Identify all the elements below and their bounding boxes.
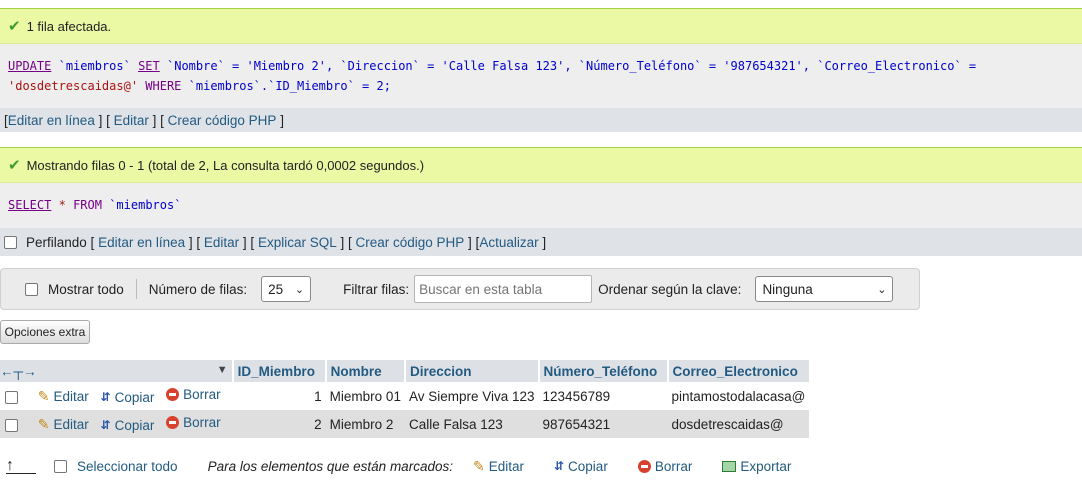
sort-triangle-icon[interactable]: ▼ [217,364,228,376]
show-all-label: Mostrar todo [48,281,124,297]
copy-row-button[interactable]: ⇵ Copiar [101,390,155,405]
sql-keyword-update[interactable]: UPDATE [8,59,51,73]
sql-star: * [58,198,66,212]
edit-link[interactable]: Editar [204,235,239,250]
inline-edit-link[interactable]: Editar en línea [98,235,185,250]
update-success-text: 1 fila afectada. [26,18,112,34]
select-query-links: Perfilando [ Editar en línea ] [ Editar … [0,228,1082,256]
column-resize-arrows-icon[interactable]: ←┬→ [0,364,37,379]
cell-id[interactable]: 2 [232,410,326,438]
select-all-checkbox[interactable] [54,459,67,473]
column-header-direccion[interactable]: Direccion [404,360,540,382]
rows-per-page-select[interactable]: 25 ⌄ [261,276,312,302]
create-php-link[interactable]: Crear código PHP [355,235,464,250]
update-query-links: [Editar en línea ] [ Editar ] [ Crear có… [0,108,1082,132]
sql-line2-string: 'dosdetrescaidas@' [8,79,139,93]
check-icon: ✔ [8,18,21,35]
cell-direccion[interactable]: Calle Falsa 123 [404,410,539,438]
bulk-export-button[interactable]: Exportar [722,459,791,474]
create-php-link[interactable]: Crear código PHP [168,113,277,128]
sql-table-name: `miembros` [109,198,182,212]
show-all-checkbox[interactable] [25,282,38,296]
pencil-icon: ✎ [37,416,50,432]
sql-line1-rest: `Nombre` = 'Miembro 2', `Direccion` = 'C… [167,59,977,73]
sql-keyword-select[interactable]: SELECT [8,198,51,212]
select-success-text: Mostrando filas 0 - 1 (total de 2, La co… [26,157,425,173]
column-toggle-header: ←┬→ ▼ [0,360,234,382]
filter-label: Filtrar filas: [343,281,410,297]
update-sql-query: UPDATE `miembros` SET `Nombre` = 'Miembr… [0,44,1082,108]
table-navigation-bar: Mostrar todo Número de filas: 25 ⌄ Filtr… [0,268,920,310]
row-actions: ✎ Editar ⇵ Copiar Borrar [0,410,233,438]
delete-icon [166,416,180,429]
sql-keyword-where: WHERE [145,79,182,93]
rows-label: Número de filas: [148,281,248,297]
column-header-telefono[interactable]: Número_Teléfono [538,360,669,382]
cell-correo[interactable]: pintamostodalacasa@ [667,382,810,410]
bulk-edit-button[interactable]: ✎ Editar [473,458,524,475]
column-header-nombre[interactable]: Nombre [325,360,406,382]
column-header-correo[interactable]: Correo_Electronico [667,360,810,382]
row-checkbox[interactable] [5,418,18,432]
bulk-actions-bar: ↑ Seleccionar todo Para los elementos qu… [0,452,820,480]
edit-row-button[interactable]: ✎ Editar [38,416,89,433]
delete-row-button[interactable]: Borrar [166,387,221,402]
copy-row-button[interactable]: ⇵ Copiar [101,418,155,433]
rows-per-page-value: 25 [268,281,284,297]
table-row: ✎ Editar ⇵ Copiar Borrar 2 Miembro 2 Calle… [0,410,810,438]
filter-rows-input[interactable]: Buscar en esta tabla [414,275,593,303]
edit-link[interactable]: Editar [114,113,149,128]
check-icon: ✔ [8,157,21,174]
column-header-id[interactable]: ID_Miembro [232,360,327,382]
table-row: ✎ Editar ⇵ Copiar Borrar 1 Miembro 01 Av S… [0,382,810,410]
bulk-copy-button[interactable]: ⇵ Copiar [554,459,608,474]
cell-id[interactable]: 1 [232,382,326,410]
pencil-icon: ✎ [472,457,485,474]
results-table: ←┬→ ▼ ID_Miembro Nombre Direccion Número… [0,360,810,438]
sort-label: Ordenar según la clave: [598,281,742,297]
cell-telefono[interactable]: 987654321 [538,410,668,438]
cell-direccion[interactable]: Av Siempre Viva 123 [404,382,539,410]
select-all-label[interactable]: Seleccionar todo [77,459,178,474]
bulk-delete-button[interactable]: Borrar [637,459,692,474]
sql-line2-rest: `miembros`.`ID_Miembro` = 2; [188,79,391,93]
select-success-message: ✔ Mostrando filas 0 - 1 (total de 2, La … [0,147,1082,183]
extra-options-button[interactable]: Opciones extra [0,320,90,344]
pencil-icon: ✎ [37,388,50,404]
sql-keyword-from: FROM [73,198,102,212]
select-sql-query: SELECT * FROM `miembros` [0,183,1082,228]
delete-icon [166,388,180,401]
export-icon [722,460,737,472]
extra-options-label: Opciones extra [4,325,86,339]
sort-key-value: Ninguna [762,281,813,297]
inline-edit-link[interactable]: Editar en línea [8,113,95,128]
chevron-down-icon: ⌄ [877,283,887,296]
for-marked-label: Para los elementos que están marcados: [207,458,453,474]
delete-row-button[interactable]: Borrar [166,415,221,430]
copy-icon: ⇵ [553,459,565,473]
sort-key-select[interactable]: Ninguna ⌄ [755,276,894,302]
row-checkbox[interactable] [5,390,18,404]
copy-icon: ⇵ [100,418,111,432]
divider [135,279,137,299]
profiling-label: Perfilando [26,234,87,250]
cell-telefono[interactable]: 123456789 [538,382,668,410]
edit-row-button[interactable]: ✎ Editar [38,388,89,405]
update-success-message: ✔ 1 fila afectada. [0,8,1082,44]
cell-nombre[interactable]: Miembro 01 [325,382,405,410]
profiling-checkbox[interactable] [4,235,17,249]
arrow-up-left-icon: ↑ [6,457,36,474]
delete-icon [637,459,651,473]
sql-table-name: `miembros` [58,59,131,73]
row-actions: ✎ Editar ⇵ Copiar Borrar [0,382,233,410]
copy-icon: ⇵ [100,390,111,404]
chevron-down-icon: ⌄ [294,283,305,296]
filter-rows-placeholder: Buscar en esta tabla [419,281,543,297]
refresh-link[interactable]: Actualizar [479,235,538,250]
sql-keyword-set[interactable]: SET [138,59,160,73]
cell-nombre[interactable]: Miembro 2 [325,410,405,438]
explain-sql-link[interactable]: Explicar SQL [258,235,337,250]
cell-correo[interactable]: dosdetrescaidas@ [667,410,810,438]
